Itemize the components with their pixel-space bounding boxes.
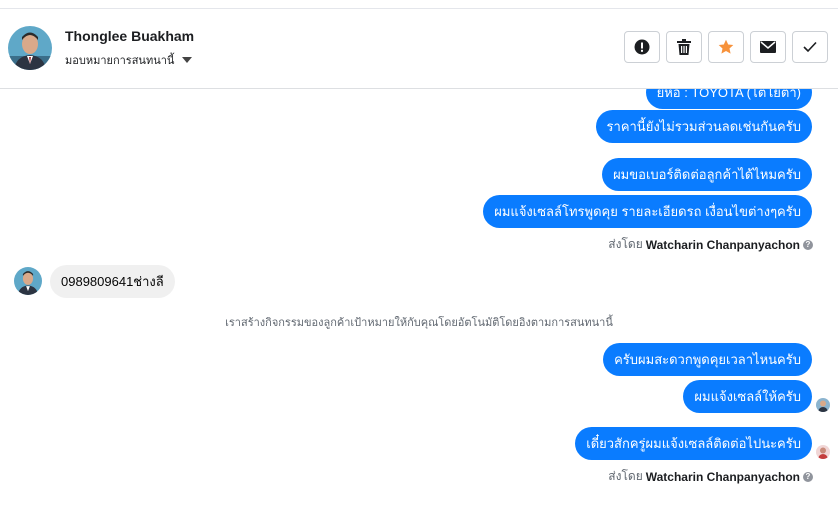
contact-name[interactable]: Thonglee Buakham xyxy=(65,28,194,44)
star-icon xyxy=(718,39,734,54)
contact-avatar-small[interactable] xyxy=(14,267,42,295)
outgoing-message[interactable]: ราคานี้ยังไม่รวมส่วนลดเช่นกันครับ xyxy=(595,110,812,143)
delete-button[interactable] xyxy=(666,31,702,63)
assign-label: มอบหมายการสนทนานี้ xyxy=(65,55,175,67)
read-receipt-avatar xyxy=(816,398,830,412)
system-note: เราสร้างกิจกรรมของลูกค้าเป้าหมายให้กับคุ… xyxy=(225,317,613,329)
outgoing-message[interactable]: ผมขอเบอร์ติดต่อลูกค้าได้ไหมครับ xyxy=(602,158,812,191)
conversation-header: Thonglee Buakham มอบหมายการสนทนานี้ xyxy=(0,9,838,89)
sent-by-name: Watcharin Chanpanyachon xyxy=(645,237,800,252)
sent-by-prefix: ส่งโดย xyxy=(608,237,643,251)
caret-down-icon xyxy=(182,57,193,63)
conversation-actions xyxy=(624,31,828,63)
help-icon[interactable]: ? xyxy=(803,239,813,250)
read-receipt-avatar xyxy=(816,445,830,459)
sent-by-label: ส่งโดย Watcharin Chanpanyachon ? xyxy=(608,235,813,254)
avatar-photo-icon xyxy=(14,267,42,295)
sent-by-prefix: ส่งโดย xyxy=(608,469,643,483)
trash-icon xyxy=(677,39,691,55)
message-thread[interactable]: ยี่ห้อ : TOYOTA (โตโยต้า) ราคานี้ยังไม่ร… xyxy=(0,89,838,512)
outgoing-message[interactable]: ยี่ห้อ : TOYOTA (โตโยต้า) xyxy=(645,89,812,109)
outgoing-message[interactable]: เดี๋ยวสักครู่ผมแจ้งเซลล์ติดต่อไปนะครับ xyxy=(575,427,812,460)
outgoing-message[interactable]: ครับผมสะดวกพูดคุยเวลาไหนครับ xyxy=(603,343,812,376)
envelope-icon xyxy=(760,41,776,53)
outgoing-message[interactable]: ผมแจ้งเซลล์โทรพูดคุย รายละเอียดรถ เงื่อน… xyxy=(483,195,812,228)
avatar-photo-icon xyxy=(8,26,52,70)
sent-by-label: ส่งโดย Watcharin Chanpanyachon ? xyxy=(608,467,813,486)
follow-up-button[interactable] xyxy=(708,31,744,63)
sent-by-name: Watcharin Chanpanyachon xyxy=(645,469,800,484)
report-button[interactable] xyxy=(624,31,660,63)
check-icon xyxy=(803,41,817,53)
avatar-photo-icon xyxy=(816,445,830,459)
outgoing-message[interactable]: ผมแจ้งเซลล์ให้ครับ xyxy=(683,380,812,413)
mark-unread-button[interactable] xyxy=(750,31,786,63)
incoming-message[interactable]: 0989809641ช่างลี xyxy=(50,265,175,298)
assign-conversation-dropdown[interactable]: มอบหมายการสนทนานี้ xyxy=(65,51,193,69)
avatar-photo-icon xyxy=(816,398,830,412)
help-icon[interactable]: ? xyxy=(803,471,813,482)
report-icon xyxy=(634,39,650,55)
done-button[interactable] xyxy=(792,31,828,63)
contact-avatar[interactable] xyxy=(8,26,52,70)
